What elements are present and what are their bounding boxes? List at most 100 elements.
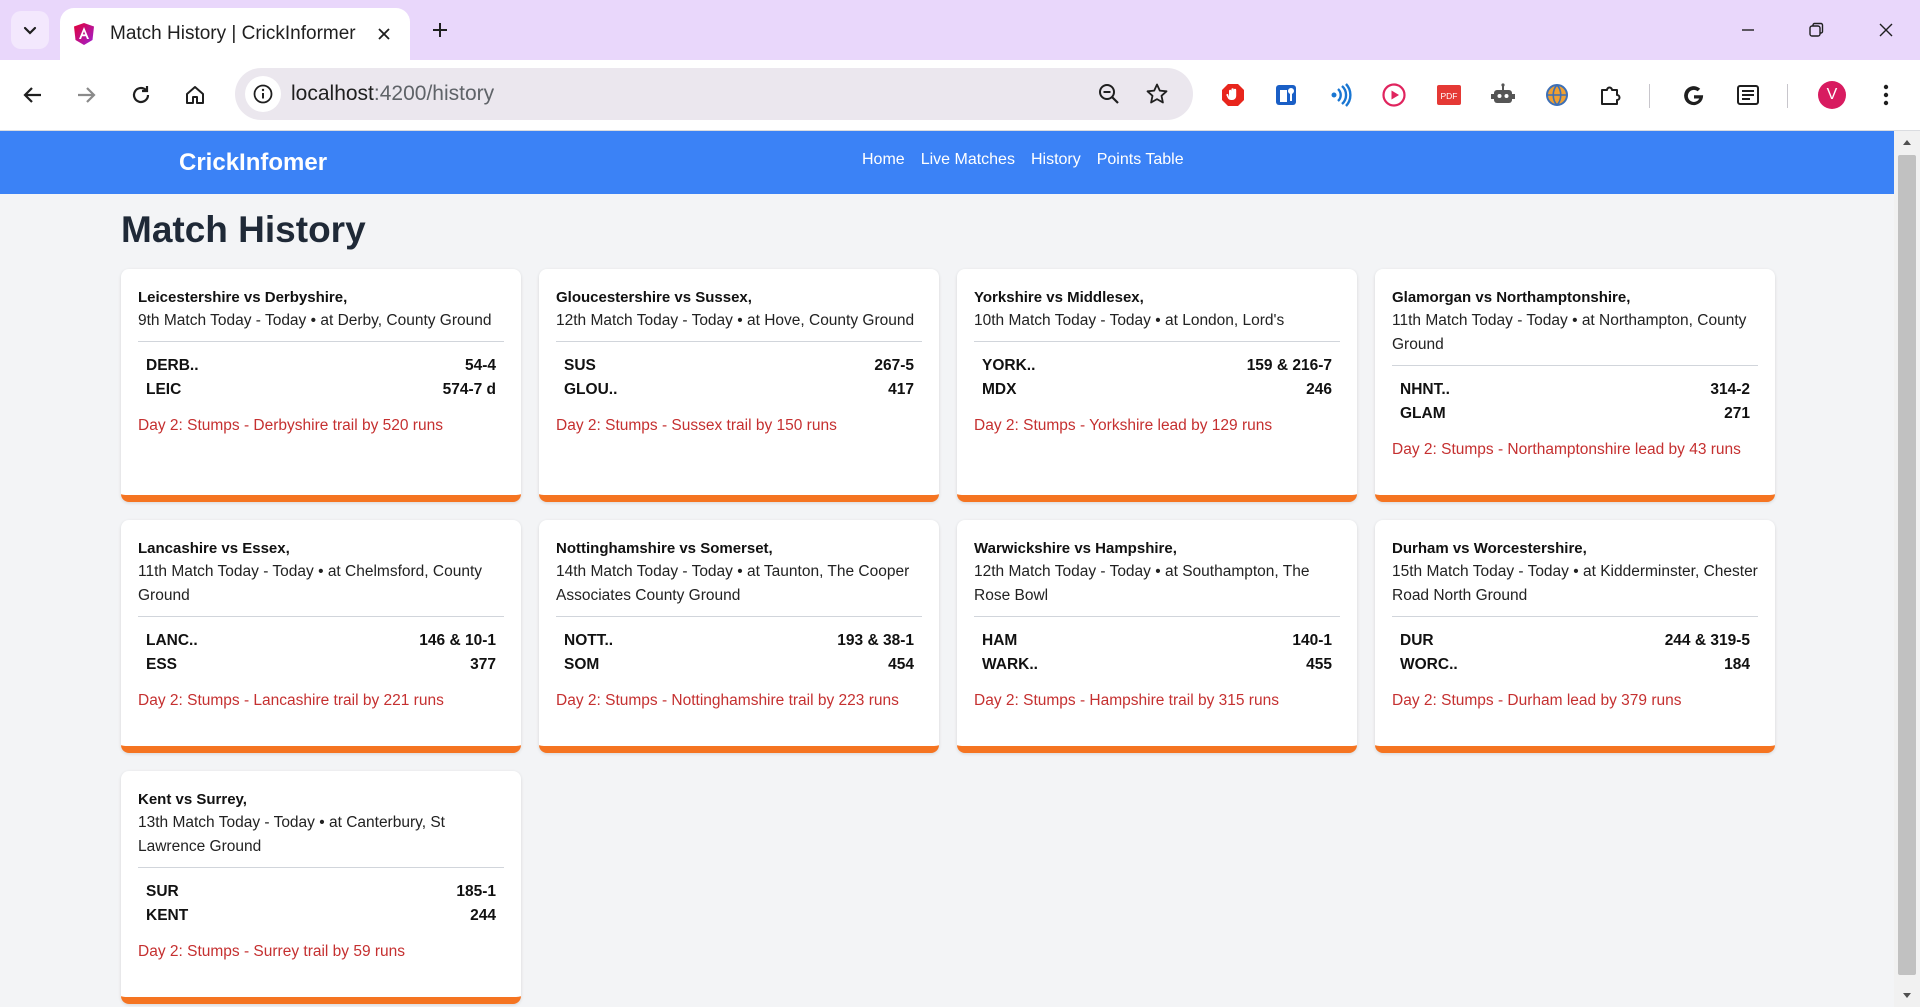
team-score: 574-7 d [442, 381, 496, 398]
scroll-down-arrow-icon[interactable] [1894, 985, 1920, 1007]
team-name: GLOU.. [564, 381, 618, 398]
match-venue: 11th Match Today - Today • at Northampto… [1392, 309, 1758, 366]
team-score: 244 [470, 907, 496, 924]
score-row: DUR 244 & 319-5 [1400, 629, 1750, 653]
team-score: 146 & 10-1 [419, 632, 496, 649]
match-card[interactable]: Nottinghamshire vs Somerset, 14th Match … [539, 520, 939, 753]
angular-logo-icon [72, 22, 96, 46]
arrow-left-icon [23, 87, 41, 103]
scroll-thumb[interactable] [1898, 155, 1916, 975]
extensions-puzzle-icon[interactable] [1594, 78, 1628, 112]
match-card[interactable]: Yorkshire vs Middlesex, 10th Match Today… [957, 269, 1357, 502]
reload-button[interactable] [122, 76, 160, 114]
team-score: 244 & 319-5 [1664, 632, 1750, 649]
broadcast-extension-icon[interactable] [1324, 78, 1358, 112]
score-row: DERB.. 54-4 [146, 354, 496, 378]
new-tab-button[interactable] [424, 14, 456, 46]
match-scores: HAM 140-1 WARK.. 455 [974, 617, 1340, 681]
back-button[interactable] [14, 76, 52, 114]
app-brand[interactable]: CrickInfomer [179, 149, 327, 177]
team-score: 454 [888, 656, 914, 673]
score-row: ESS 377 [146, 653, 496, 677]
profile-avatar[interactable]: V [1815, 78, 1849, 112]
match-card[interactable]: Lancashire vs Essex, 11th Match Today - … [121, 520, 521, 753]
team-name: KENT [146, 907, 189, 924]
reading-list-icon[interactable] [1731, 78, 1765, 112]
zoom-icon[interactable] [1093, 78, 1125, 110]
match-card[interactable]: Warwickshire vs Hampshire, 12th Match To… [957, 520, 1357, 753]
pdf-extension-icon[interactable]: PDF [1432, 78, 1466, 112]
site-info-icon[interactable] [245, 76, 281, 112]
team-name: WORC.. [1400, 656, 1458, 673]
minimize-button[interactable] [1728, 12, 1768, 48]
team-score: 417 [888, 381, 914, 398]
match-venue: 11th Match Today - Today • at Chelmsford… [138, 560, 504, 617]
adblock-extension-icon[interactable] [1216, 78, 1250, 112]
team-name: SUR [146, 883, 179, 900]
match-card[interactable]: Glamorgan vs Northamptonshire, 11th Matc… [1375, 269, 1775, 502]
match-venue: 15th Match Today - Today • at Kiddermins… [1392, 560, 1758, 617]
score-row: KENT 244 [146, 904, 496, 928]
tab-search-button[interactable] [11, 11, 49, 49]
match-card[interactable]: Durham vs Worcestershire, 15th Match Tod… [1375, 520, 1775, 753]
match-title: Warwickshire vs Hampshire, [974, 540, 1177, 557]
match-title: Nottinghamshire vs Somerset, [556, 540, 773, 557]
google-icon[interactable] [1677, 78, 1711, 112]
close-icon [1879, 23, 1893, 37]
app-navbar: CrickInfomer Home Live Matches History P… [0, 131, 1894, 194]
match-scores: NOTT.. 193 & 38-1 SOM 454 [556, 617, 922, 681]
toolbar-separator [1787, 84, 1788, 108]
close-window-button[interactable] [1866, 12, 1906, 48]
match-card[interactable]: Gloucestershire vs Sussex, 12th Match To… [539, 269, 939, 502]
nav-link-history[interactable]: History [1031, 151, 1081, 169]
match-card[interactable]: Leicestershire vs Derbyshire, 9th Match … [121, 269, 521, 502]
address-bar[interactable]: localhost:4200/history [235, 68, 1193, 120]
browser-tab-active[interactable]: Match History | CrickInformer [60, 8, 410, 60]
match-card[interactable]: Kent vs Surrey, 13th Match Today - Today… [121, 771, 521, 1004]
team-score: 54-4 [464, 357, 496, 374]
robot-extension-icon[interactable] [1486, 78, 1520, 112]
restore-icon [1809, 22, 1824, 37]
nav-link-live-matches[interactable]: Live Matches [921, 151, 1015, 169]
plus-icon [433, 23, 447, 37]
bookmark-star-icon[interactable] [1141, 78, 1173, 110]
forward-button[interactable] [67, 76, 105, 114]
password-manager-extension-icon[interactable] [1269, 78, 1303, 112]
scroll-up-arrow-icon[interactable] [1894, 131, 1920, 153]
team-name: NOTT.. [564, 632, 614, 649]
svg-text:PDF: PDF [1441, 91, 1458, 101]
team-score: 185-1 [456, 883, 496, 900]
home-button[interactable] [176, 76, 214, 114]
match-venue: 12th Match Today - Today • at Hove, Coun… [556, 309, 922, 342]
match-venue: 13th Match Today - Today • at Canterbury… [138, 811, 504, 868]
team-score: 271 [1724, 405, 1750, 422]
score-row: GLOU.. 417 [564, 378, 914, 402]
tab-title: Match History | CrickInformer [110, 23, 356, 44]
match-venue: 12th Match Today - Today • at Southampto… [974, 560, 1340, 617]
nav-link-points-table[interactable]: Points Table [1097, 151, 1184, 169]
team-name: ESS [146, 656, 178, 673]
match-status: Day 2: Stumps - Northamptonshire lead by… [1392, 441, 1741, 458]
nav-links: Home Live Matches History Points Table [862, 151, 1184, 169]
score-row: SUR 185-1 [146, 880, 496, 904]
globe-extension-icon[interactable] [1540, 78, 1574, 112]
restore-button[interactable] [1796, 12, 1836, 48]
score-row: MDX 246 [982, 378, 1332, 402]
video-player-extension-icon[interactable] [1377, 78, 1411, 112]
match-status: Day 2: Stumps - Sussex trail by 150 runs [556, 417, 837, 434]
arrow-right-icon [78, 87, 96, 103]
tab-close-icon[interactable] [370, 20, 398, 48]
match-grid: Leicestershire vs Derbyshire, 9th Match … [121, 269, 1775, 1004]
team-name: WARK.. [982, 656, 1038, 673]
vertical-scrollbar[interactable] [1894, 131, 1920, 1007]
team-score: 193 & 38-1 [837, 632, 914, 649]
match-title: Glamorgan vs Northamptonshire, [1392, 289, 1631, 306]
score-row: HAM 140-1 [982, 629, 1332, 653]
team-name: NHNT.. [1400, 381, 1450, 398]
team-name: SUS [564, 357, 596, 374]
team-name: LEIC [146, 381, 182, 398]
page-viewport: CrickInfomer Home Live Matches History P… [0, 131, 1894, 1007]
nav-link-home[interactable]: Home [862, 151, 905, 169]
url-text[interactable]: localhost:4200/history [291, 82, 494, 106]
browser-menu-icon[interactable] [1869, 78, 1903, 112]
